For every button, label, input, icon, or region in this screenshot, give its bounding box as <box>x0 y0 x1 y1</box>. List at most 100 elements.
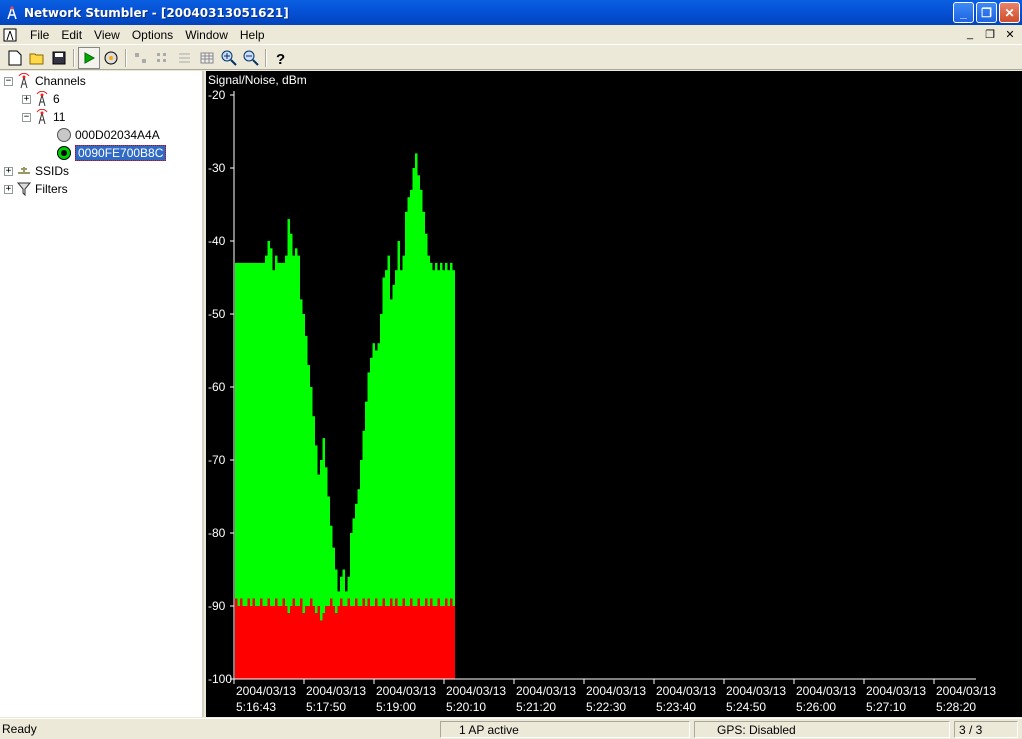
tree-label-filters: Filters <box>35 182 68 196</box>
x-tick-time-label: 5:22:30 <box>586 700 626 714</box>
noise-bar <box>432 606 435 679</box>
noise-bar <box>330 598 333 679</box>
signal-bar <box>452 270 455 606</box>
noise-bar <box>305 606 308 679</box>
signal-bar <box>345 591 348 606</box>
collapse-toggle[interactable]: − <box>4 76 13 86</box>
noise-bar <box>380 606 383 679</box>
netstumbler-app-icon[interactable] <box>4 5 20 21</box>
signal-bar <box>290 233 293 606</box>
signal-bar <box>370 357 373 606</box>
signal-bar <box>322 438 325 614</box>
mdi-close-button[interactable]: ✕ <box>1002 27 1018 41</box>
tree-node-channel-6[interactable]: + 6 <box>22 90 60 108</box>
auto-arrange-icon[interactable] <box>130 47 152 69</box>
mdi-restore-button[interactable]: ❐ <box>982 27 998 41</box>
tree-node-channels[interactable]: − Channels <box>4 72 86 90</box>
collapse-toggle[interactable]: − <box>22 112 31 122</box>
signal-bar <box>252 262 255 599</box>
zoom-out-icon[interactable] <box>240 47 262 69</box>
status-ap-active: 1 AP active <box>440 721 690 738</box>
menu-view[interactable]: View <box>88 28 126 42</box>
menu-help[interactable]: Help <box>234 28 271 42</box>
signal-bar <box>410 189 413 599</box>
x-tick-date-label: 2004/03/13 <box>446 684 506 698</box>
signal-bar <box>375 350 378 599</box>
signal-bar <box>255 262 258 606</box>
noise-bar <box>447 606 450 679</box>
menu-options[interactable]: Options <box>126 28 179 42</box>
save-icon[interactable] <box>48 47 70 69</box>
noise-bar <box>237 606 240 679</box>
signal-bar <box>442 270 445 606</box>
noise-bar <box>435 606 438 679</box>
list-icon[interactable] <box>174 47 196 69</box>
noise-bar <box>267 598 270 679</box>
signal-bar <box>415 153 418 606</box>
menu-file[interactable]: File <box>24 28 55 42</box>
expand-toggle[interactable]: + <box>4 184 13 194</box>
document-icon[interactable] <box>2 27 18 43</box>
noise-bar <box>387 606 390 679</box>
status-count: 3 / 3 <box>954 721 1018 738</box>
minimize-button[interactable]: _ <box>953 2 974 23</box>
signal-bar <box>417 175 420 599</box>
signal-bar <box>287 219 290 614</box>
tree-node-filters[interactable]: + Filters <box>4 180 68 198</box>
scan-options-icon[interactable] <box>100 47 122 69</box>
y-tick-label: -70 <box>208 453 226 467</box>
noise-bar <box>312 606 315 679</box>
x-tick-time-label: 5:26:00 <box>796 700 836 714</box>
noise-bar <box>317 606 320 679</box>
noise-bar <box>340 598 343 679</box>
expand-toggle[interactable]: + <box>22 94 31 104</box>
sort-icon[interactable] <box>152 47 174 69</box>
signal-bar <box>297 255 300 606</box>
tree-node-channel-11[interactable]: − 11 <box>22 108 65 126</box>
noise-bar <box>410 598 413 679</box>
tree-node-ap-2[interactable]: 0090FE700B8C <box>56 144 167 162</box>
antenna-icon <box>34 91 50 107</box>
noise-bar <box>350 606 353 679</box>
signal-bar <box>392 284 395 606</box>
signal-bar <box>245 262 248 606</box>
mdi-minimize-button[interactable]: _ <box>962 27 978 41</box>
signal-bar <box>315 445 318 614</box>
signal-bar <box>402 255 405 599</box>
signal-bar <box>330 525 333 599</box>
zoom-in-icon[interactable] <box>218 47 240 69</box>
x-tick-date-label: 2004/03/13 <box>586 684 646 698</box>
signal-bar <box>285 255 288 606</box>
noise-bar <box>240 598 243 679</box>
signal-bar <box>420 189 423 606</box>
signal-bar <box>385 270 388 606</box>
signal-bar <box>352 518 355 606</box>
signal-bar <box>357 489 360 606</box>
tree-node-ap-1[interactable]: 000D02034A4A <box>56 126 160 144</box>
ap-status-green-icon <box>56 145 72 161</box>
x-tick-time-label: 5:17:50 <box>306 700 346 714</box>
menu-window[interactable]: Window <box>179 28 234 42</box>
signal-bar <box>237 262 240 606</box>
menu-edit[interactable]: Edit <box>55 28 88 42</box>
help-icon[interactable]: ? <box>270 47 292 69</box>
open-folder-icon[interactable] <box>26 47 48 69</box>
noise-bar <box>320 620 323 679</box>
expand-toggle[interactable]: + <box>4 166 13 176</box>
noise-bar <box>255 606 258 679</box>
maximize-button[interactable]: ❐ <box>976 2 997 23</box>
signal-bar <box>327 496 330 606</box>
tree-node-ssids[interactable]: + SSIDs <box>4 162 69 180</box>
signal-bar <box>440 262 443 606</box>
noise-bar <box>280 606 283 679</box>
noise-bar <box>422 606 425 679</box>
noise-bar <box>452 606 455 679</box>
play-icon[interactable] <box>78 46 100 69</box>
new-file-icon[interactable] <box>4 47 26 69</box>
signal-bar <box>325 467 328 606</box>
noise-bar <box>250 606 253 679</box>
status-count-text: 3 / 3 <box>959 722 983 737</box>
close-button[interactable]: ✕ <box>999 2 1020 23</box>
grid-icon[interactable] <box>196 47 218 69</box>
filter-icon <box>16 181 32 197</box>
